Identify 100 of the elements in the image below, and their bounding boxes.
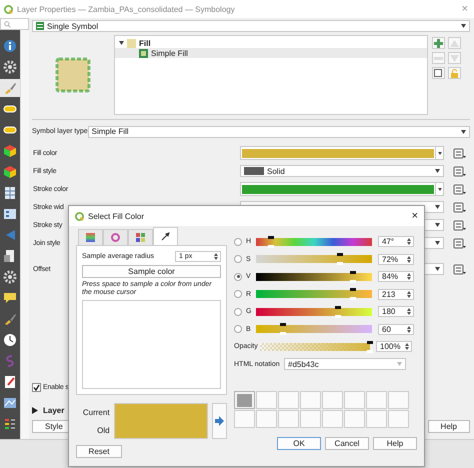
opacity-slider[interactable]	[260, 342, 370, 351]
data-defined-icon[interactable]	[452, 202, 466, 212]
swatch-cell[interactable]	[278, 410, 299, 428]
fill-style-dropdown[interactable]: Solid	[240, 165, 444, 177]
swatch-cell[interactable]	[322, 391, 343, 409]
channel-radio[interactable]	[234, 308, 242, 316]
data-defined-icon[interactable]	[452, 220, 466, 230]
value-spinbox[interactable]: 47°	[378, 236, 414, 248]
swatch-cell[interactable]	[256, 391, 277, 409]
color-slider[interactable]	[256, 238, 372, 246]
caret-icon	[435, 241, 440, 245]
swatch-cell[interactable]	[388, 410, 409, 428]
tree-item[interactable]: Fill	[115, 38, 427, 48]
expand-arrow-icon[interactable]	[119, 41, 124, 45]
help-button[interactable]: Help	[428, 420, 470, 433]
caret-icon	[435, 267, 440, 271]
swatch-cell[interactable]	[256, 410, 277, 428]
spin-arrows-icon	[407, 290, 411, 298]
ok-button[interactable]: OK	[277, 437, 321, 450]
spin-arrows-icon	[407, 308, 411, 316]
spin-arrows-icon	[407, 273, 411, 280]
dialog-title: Select Fill Color	[88, 212, 146, 220]
down-arrow-icon	[450, 54, 459, 62]
symbol-preview	[55, 57, 91, 93]
swatch-cell[interactable]	[234, 410, 255, 428]
channel-radio[interactable]	[234, 325, 242, 334]
sample-color-button[interactable]: Sample color	[82, 265, 221, 278]
color-slider[interactable]	[256, 308, 372, 316]
renderer-dropdown[interactable]: Single Symbol	[32, 20, 470, 32]
reset-button[interactable]: Reset	[76, 445, 122, 458]
color-button[interactable]	[240, 182, 444, 196]
opacity-spinbox[interactable]: 100%	[376, 341, 412, 352]
search-icon	[4, 20, 11, 28]
swatch-grid-tab-icon[interactable]	[128, 229, 153, 245]
channel-radio[interactable]	[234, 290, 242, 298]
right-arrow-icon	[214, 416, 224, 426]
cancel-button[interactable]: Cancel	[325, 437, 369, 450]
value-spinbox[interactable]: 213	[378, 288, 414, 300]
window-title: Layer Properties — Zambia_PAs_consolidated — Symbology	[17, 4, 236, 14]
eyedropper-tab-icon[interactable]	[153, 227, 178, 245]
color-slider[interactable]	[256, 255, 372, 264]
checkbox[interactable]	[32, 382, 41, 392]
data-defined-icon[interactable]	[452, 148, 466, 158]
color-ramp-tab-icon[interactable]	[78, 229, 103, 245]
slider-handle[interactable]	[367, 340, 373, 353]
caret-icon	[461, 130, 466, 134]
html-color-field[interactable]: #d5b43c	[284, 358, 406, 370]
expand-arrow-icon[interactable]	[32, 406, 38, 414]
value-spinbox[interactable]: 180	[378, 306, 414, 318]
scrollbar[interactable]	[20, 30, 29, 439]
color-slider[interactable]	[256, 325, 372, 334]
spin-arrows-icon	[405, 343, 409, 350]
value-spinbox[interactable]: 60	[378, 324, 414, 335]
section-title: Layer	[43, 406, 64, 414]
color-slider[interactable]	[256, 290, 372, 298]
duplicate-button[interactable]	[432, 67, 445, 79]
slider-handle[interactable]	[268, 236, 274, 248]
fill-symbol-icon	[127, 38, 136, 48]
spin-arrows-icon	[214, 253, 218, 260]
swatch-cell[interactable]	[234, 391, 255, 409]
swatch-cell[interactable]	[344, 410, 365, 428]
value-spinbox[interactable]: 72%	[378, 254, 414, 265]
value-spinbox[interactable]: 84%	[378, 271, 414, 282]
close-button[interactable]: ×	[412, 210, 418, 222]
swatch-cell[interactable]	[388, 391, 409, 409]
data-defined-icon[interactable]	[452, 238, 466, 248]
spin-arrows-icon	[407, 326, 411, 333]
add-layer-button[interactable]	[432, 37, 445, 49]
swatch-cell[interactable]	[366, 410, 387, 428]
caret-icon	[461, 24, 466, 28]
color-wheel-tab-icon[interactable]	[103, 229, 128, 245]
up-arrow-icon	[450, 38, 459, 48]
caret-icon	[435, 169, 440, 173]
search-field[interactable]	[0, 18, 29, 30]
square-icon	[434, 68, 443, 78]
plus-icon	[434, 38, 443, 48]
color-slider[interactable]	[256, 272, 372, 281]
swatch-cell[interactable]	[278, 391, 299, 409]
swatch-cell[interactable]	[344, 391, 365, 409]
swatch-cell[interactable]	[322, 410, 343, 428]
data-defined-icon[interactable]	[452, 166, 466, 176]
simple-fill-icon	[139, 48, 148, 58]
help-button[interactable]: Help	[373, 437, 417, 450]
old-label: Old	[97, 426, 110, 434]
tree-item[interactable]: Simple Fill	[115, 48, 427, 58]
channel-radio[interactable]	[234, 255, 242, 264]
swatch-cell[interactable]	[300, 410, 321, 428]
add-to-swatches-button[interactable]	[212, 403, 227, 439]
data-defined-icon[interactable]	[452, 264, 466, 274]
swatch-cell[interactable]	[366, 391, 387, 409]
caret-icon	[438, 188, 442, 190]
color-button[interactable]	[240, 146, 444, 160]
caret-icon	[438, 152, 442, 154]
spin-arrows-icon	[407, 238, 411, 246]
swatch-cell[interactable]	[300, 391, 321, 409]
channel-radio[interactable]	[234, 272, 242, 281]
channel-radio[interactable]	[234, 238, 242, 246]
caret-icon	[435, 205, 440, 209]
data-defined-icon[interactable]	[452, 184, 466, 194]
symbol-layer-type-dropdown[interactable]: Simple Fill	[88, 126, 470, 138]
